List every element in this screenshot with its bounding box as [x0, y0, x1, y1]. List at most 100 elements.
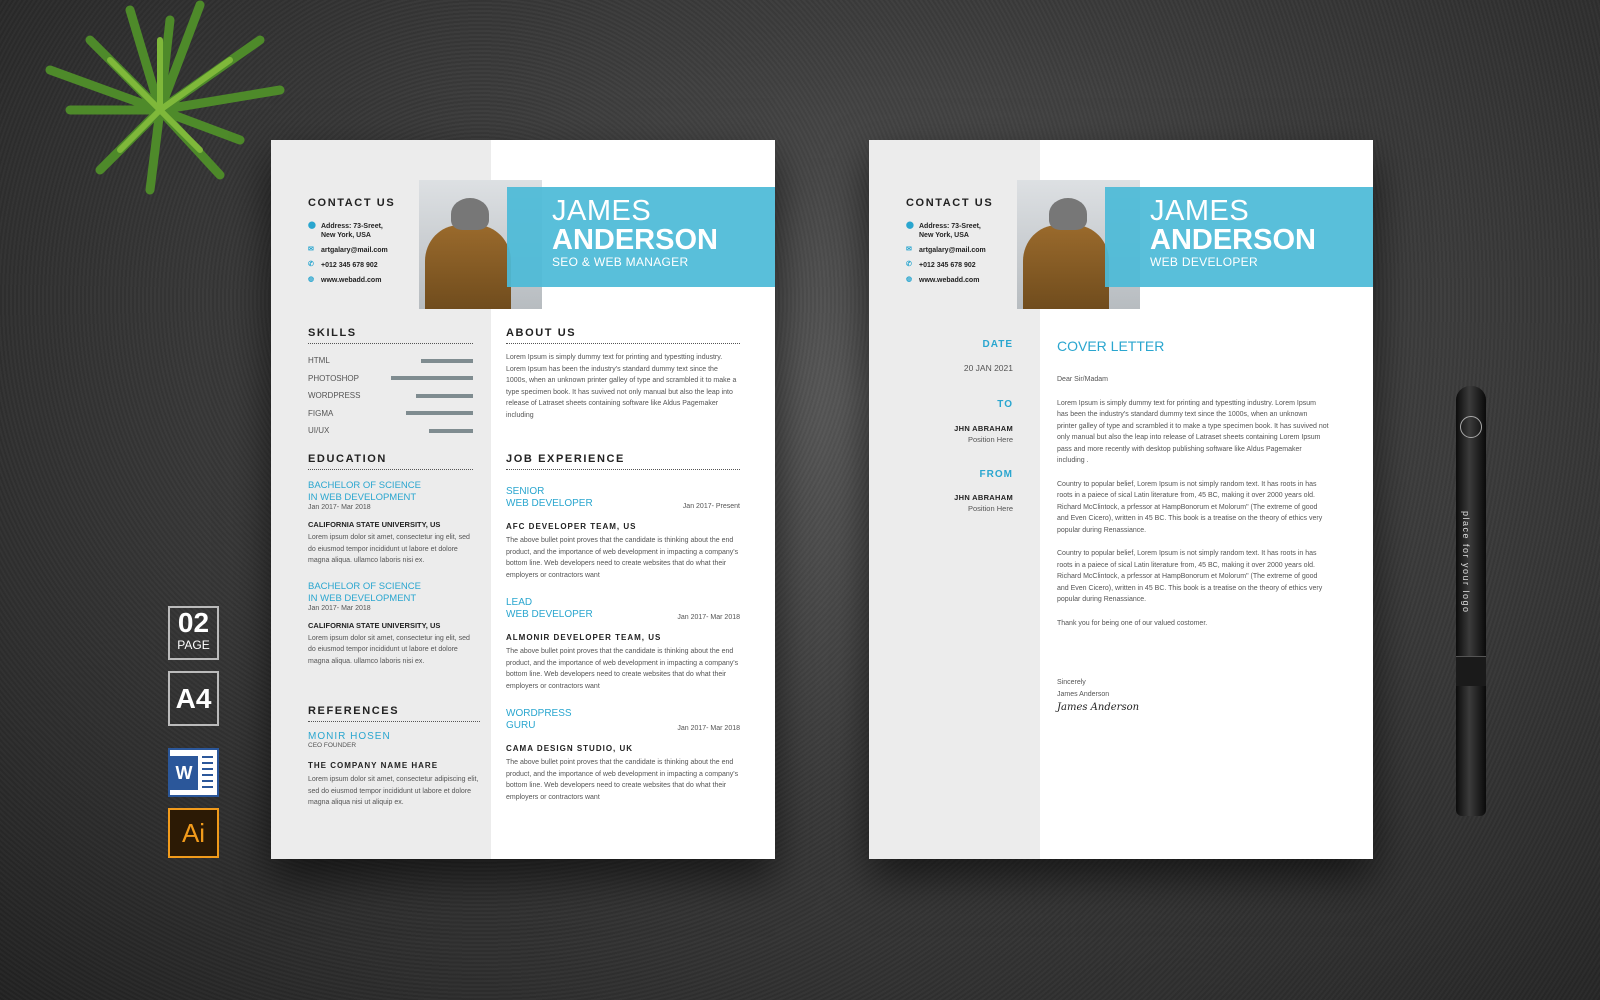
job-company: ALMONIR DEVELOPER TEAM, US: [506, 633, 662, 642]
to-position: Position Here: [967, 435, 1013, 444]
location-icon: ⬤: [308, 222, 316, 229]
job-description: The above bullet point proves that the c…: [506, 537, 739, 579]
letter-paragraph: Country to popular belief, Lorem Ipsum i…: [1057, 550, 1323, 603]
plant-decoration: [45, 0, 285, 195]
from-name: JHN ABRAHAM: [954, 493, 1013, 502]
job-title: LEAD WEB DEVELOPER: [506, 597, 593, 620]
mail-icon: ✉: [308, 246, 314, 253]
sender-name: James Anderson: [1057, 690, 1110, 698]
contact-website[interactable]: ◍ www.webadd.com: [308, 276, 418, 285]
skill-name: HTML: [308, 356, 330, 366]
about-section: ABOUT US Lorem Ipsum is simply dummy tex…: [506, 327, 740, 421]
job-description: The above bullet point proves that the c…: [506, 648, 739, 690]
job-role: WEB DEVELOPER: [1150, 255, 1258, 269]
contact-website[interactable]: ◍ www.webadd.com: [906, 276, 1016, 285]
page-count-label: PAGE: [177, 638, 210, 652]
job-title: WORDPRESS GURU: [506, 708, 572, 731]
pen-logo-text: place for your logo: [1461, 511, 1471, 614]
to-label: TO: [997, 399, 1013, 410]
location-icon: ⬤: [906, 222, 914, 229]
skills-title: SKILLS: [308, 327, 473, 344]
globe-icon: ◍: [308, 276, 315, 283]
job-item: WORDPRESS GURU Jan 2017- Mar 2018 CAMA DESI…: [506, 708, 740, 803]
skill-row: HTML: [308, 352, 473, 370]
education-item: BACHELOR OF SCIENCE IN WEB DEVELOPMENT Jan…: [308, 581, 473, 668]
mail-icon: ✉: [906, 246, 912, 253]
cover-letter-title: COVER LETTER: [1057, 338, 1165, 354]
job-company: AFC DEVELOPER TEAM, US: [506, 522, 637, 531]
job-title: SENIOR WEB DEVELOPER: [506, 486, 593, 509]
skill-level-bar: [421, 358, 473, 363]
school-name: CALIFORNIA STATE UNIVERSITY, US: [308, 520, 441, 529]
contact-list: ⬤ Address: 73-Sreet, New York, USA ✉ artga…: [308, 222, 418, 291]
skill-level-bar: [405, 411, 473, 416]
letter-meta: DATE 20 JAN 2021 TO JHN ABRAHAM Position…: [869, 339, 1013, 513]
signature: James Anderson: [1057, 702, 1140, 713]
reference-company: THE COMPANY NAME HARE: [308, 761, 439, 770]
resume-page: CONTACT US ⬤ Address: 73-Sreet, New York,…: [271, 140, 775, 859]
first-name: JAMES: [1150, 195, 1250, 227]
education-title: EDUCATION: [308, 453, 473, 470]
contact-email[interactable]: ✉ artgalary@mail.com: [906, 246, 1016, 255]
first-name: JAMES: [552, 195, 652, 227]
reference-role: CEO FOUNDER: [308, 742, 357, 749]
education-description: Lorem ipsum dolor sit amet, consectetur …: [308, 534, 470, 564]
skill-row: FIGMA: [308, 405, 473, 423]
letter-paragraph: Thank you for being one of our valued co…: [1057, 619, 1208, 627]
skill-name: PHOTOSHOP: [308, 373, 359, 383]
skills-section: SKILLS HTML PHOTOSHOP WORDPRESS FIGMA UI/UX: [308, 327, 473, 440]
from-label: FROM: [979, 469, 1013, 480]
last-name: ANDERSON: [1150, 224, 1316, 256]
skill-level-bar: [415, 393, 473, 398]
education-item: BACHELOR OF SCIENCE IN WEB DEVELOPMENT Jan…: [308, 480, 473, 567]
school-name: CALIFORNIA STATE UNIVERSITY, US: [308, 620, 441, 630]
contact-address: ⬤ Address: 73-Sreet, New York, USA: [906, 222, 981, 239]
date-value: 20 JAN 2021: [963, 363, 1013, 373]
reference-description: Lorem ipsum dolor sit amet, consectetur …: [308, 776, 479, 806]
contact-phone: ✆ +012 345 678 902: [308, 261, 378, 269]
education-section: EDUCATION BACHELOR OF SCIENCE IN WEB DEVE…: [308, 453, 473, 681]
skill-row: WORDPRESS: [308, 387, 473, 405]
phone-icon: ✆: [906, 261, 912, 268]
skill-level-bar: [391, 376, 473, 381]
globe-icon: ◍: [906, 276, 913, 283]
word-icon: W: [168, 748, 219, 797]
about-title: ABOUT US: [506, 327, 740, 344]
education-dates: Jan 2017- Mar 2018: [308, 604, 371, 612]
to-name: JHN ABRAHAM: [954, 424, 1013, 433]
about-text: Lorem Ipsum is simply dummy text for pri…: [506, 354, 737, 419]
name-banner: JAMES ANDERSON SEO & WEB MANAGER: [507, 187, 775, 287]
degree: BACHELOR OF SCIENCE IN WEB DEVELOPMENT: [308, 480, 421, 503]
letter-paragraph: Country to popular belief, Lorem Ipsum i…: [1057, 480, 1323, 534]
contact-phone: ✆ +012 345 678 902: [906, 261, 976, 269]
paper-size-badge: A4: [168, 671, 219, 726]
skill-row: PHOTOSHOP: [308, 370, 473, 388]
job-item: LEAD WEB DEVELOPER Jan 2017- Mar 2018 ALMON…: [506, 597, 740, 692]
closing: Sincerely: [1057, 679, 1086, 686]
greeting: Dear Sir/Madam: [1057, 376, 1108, 383]
job-dates: Jan 2017- Mar 2018: [677, 725, 740, 732]
job-item: SENIOR WEB DEVELOPER Jan 2017- Present AFC …: [506, 486, 740, 581]
contact-title: CONTACT US: [906, 197, 994, 209]
job-role: SEO & WEB MANAGER: [552, 255, 689, 269]
letter-body: COVER LETTER Dear Sir/Madam Lorem Ipsum …: [1057, 338, 1329, 713]
reference-name: MONIR HOSEN: [308, 731, 391, 742]
job-dates: Jan 2017- Present: [682, 503, 740, 510]
education-description: Lorem ipsum dolor sit amet, consectetur …: [308, 634, 470, 665]
contact-title: CONTACT US: [308, 197, 396, 209]
references-title: REFERENCES: [308, 705, 480, 722]
page-count-number: 02: [177, 607, 210, 638]
date-label: DATE: [982, 339, 1013, 350]
pen-decoration: place for your logo: [1456, 386, 1486, 816]
references-section: REFERENCES MONIR HOSEN CEO FOUNDER THE C…: [308, 705, 480, 809]
job-company: CAMA DESIGN STUDIO, UK: [506, 744, 634, 753]
job-dates: Jan 2017- Mar 2018: [677, 614, 740, 621]
skill-level-bar: [428, 428, 473, 433]
letter-paragraph: Lorem Ipsum is simply dummy text for pri…: [1057, 399, 1329, 465]
skill-name: FIGMA: [308, 408, 334, 418]
job-description: The above bullet point proves that the c…: [506, 759, 739, 801]
skill-name: UI/UX: [308, 426, 330, 436]
pen-logo-icon: [1460, 416, 1482, 438]
degree: BACHELOR OF SCIENCE IN WEB DEVELOPMENT: [308, 580, 421, 604]
contact-email[interactable]: ✉ artgalary@mail.com: [308, 246, 418, 255]
